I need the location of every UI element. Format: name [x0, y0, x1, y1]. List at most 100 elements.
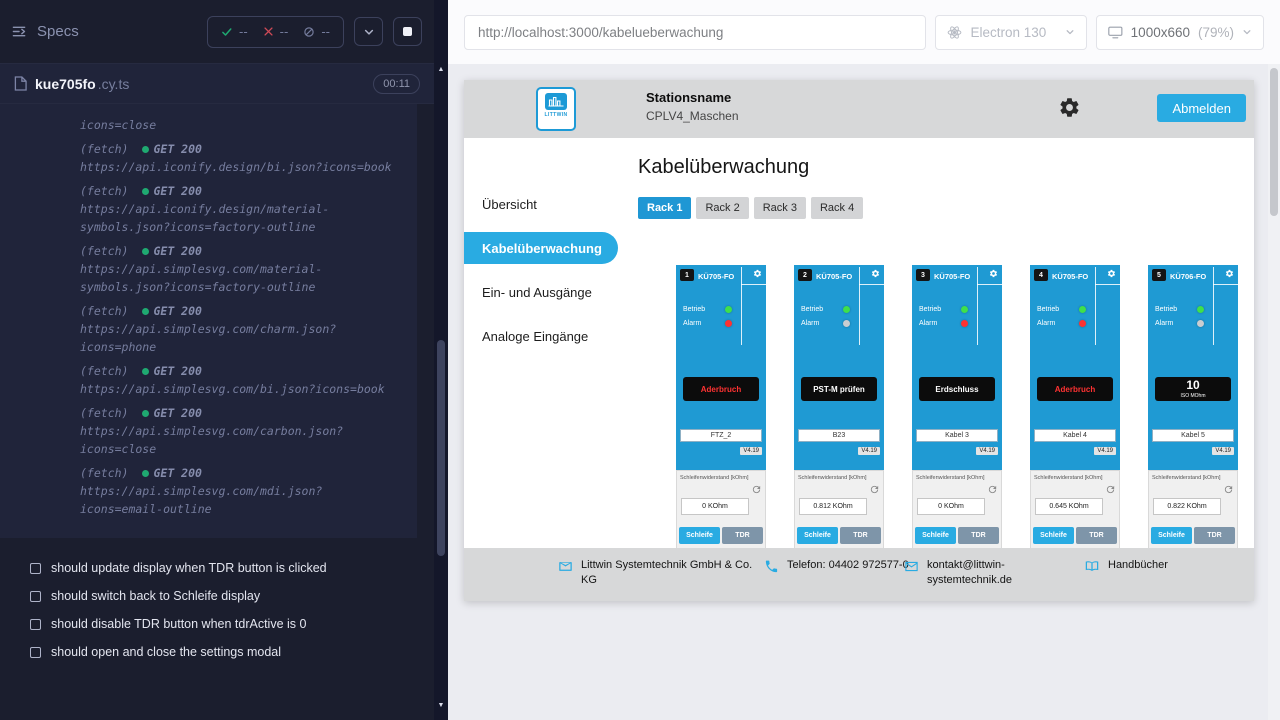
log-entry[interactable]: (fetch)GET 200https://api.simplesvg.com/… [80, 242, 403, 296]
stop-button[interactable] [393, 17, 422, 46]
log-status-text: GET 200 [153, 140, 201, 158]
status-message: PST-M prüfen [813, 385, 865, 394]
scrollbar-thumb[interactable] [1270, 68, 1278, 216]
tdr-button[interactable]: TDR [722, 527, 763, 544]
tab-rack-2[interactable]: Rack 2 [696, 197, 748, 219]
tab-rack-1[interactable]: Rack 1 [638, 197, 691, 219]
station-info: Stationsname CPLV4_Maschen [646, 90, 739, 123]
sidebar-item-kabelüberwachung[interactable]: Kabelüberwachung [464, 232, 618, 264]
card-number-badge: 1 [680, 269, 694, 281]
tdr-button[interactable]: TDR [1076, 527, 1117, 544]
page-title: Kabelüberwachung [638, 156, 809, 179]
schleife-button[interactable]: Schleife [915, 527, 956, 544]
settings-gear-icon[interactable] [1058, 96, 1081, 119]
schleife-button[interactable]: Schleife [1151, 527, 1192, 544]
cable-name-field[interactable]: FTZ_2 [680, 429, 762, 442]
cypress-header: Specs -- -- -- [0, 0, 434, 64]
log-entry[interactable]: (fetch)GET 200https://api.iconify.design… [80, 140, 403, 176]
refresh-icon[interactable] [987, 484, 998, 495]
alarm-led [1079, 320, 1086, 327]
test-item[interactable]: should open and close the settings modal [30, 638, 424, 666]
scrollbar-thumb[interactable] [437, 340, 445, 556]
spec-name[interactable]: kue705fo [35, 76, 96, 92]
footer-text: kontakt@littwin-systemtechnik.de [927, 558, 1037, 588]
viewport-selector[interactable]: 1000x660 (79%) [1096, 15, 1264, 50]
test-title: should disable TDR button when tdrActive… [51, 617, 306, 631]
log-status-text: GET 200 [153, 302, 201, 320]
measurement-value: 0 KOhm [681, 498, 749, 515]
scroll-up-icon[interactable]: ▲ [434, 66, 448, 73]
card-number-badge: 5 [1152, 269, 1166, 281]
schleife-button[interactable]: Schleife [1033, 527, 1074, 544]
card-model-label: KÜ705-FO [698, 272, 734, 281]
cypress-scrollbar[interactable]: ▲ ▼ [434, 0, 448, 720]
page-scrollbar[interactable] [1268, 64, 1280, 720]
sidebar-item-analoge-eingänge[interactable]: Analoge Eingänge [464, 320, 618, 352]
divider [859, 267, 860, 345]
scroll-down-icon[interactable]: ▼ [434, 702, 448, 709]
test-item[interactable]: should disable TDR button when tdrActive… [30, 610, 424, 638]
viewport-size: 1000x660 [1131, 25, 1190, 40]
spec-file-icon [14, 76, 27, 91]
specs-label[interactable]: Specs [37, 23, 79, 40]
footer-item-book[interactable]: Handbücher [1084, 558, 1168, 574]
device-card: 3KÜ705-FOBetriebAlarmErdschlussKabel 3V4… [912, 265, 1002, 548]
status-message: Aderbruch [1055, 385, 1095, 394]
tdr-button[interactable]: TDR [958, 527, 999, 544]
cable-name-field[interactable]: Kabel 5 [1152, 429, 1234, 442]
card-blue-section: 4KÜ705-FOBetriebAlarmAderbruchKabel 4V4.… [1030, 265, 1120, 470]
station-name: CPLV4_Maschen [646, 109, 739, 123]
log-entry[interactable]: (fetch)GET 200https://api.simplesvg.com/… [80, 464, 403, 518]
log-status-text: GET 200 [153, 404, 201, 422]
refresh-icon[interactable] [1223, 484, 1234, 495]
firmware-version: V4.19 [1094, 447, 1116, 455]
app-frame: LITTWIN Stationsname CPLV4_Maschen Abmel… [464, 80, 1254, 601]
mode-buttons: SchleifeTDR [797, 527, 881, 544]
card-settings-icon[interactable] [1107, 269, 1116, 278]
measurement-panel: Schleifenwiderstand [kOhm]0.645 KOhmSchl… [1030, 470, 1120, 548]
tab-rack-3[interactable]: Rack 3 [754, 197, 806, 219]
refresh-icon[interactable] [1105, 484, 1116, 495]
rack-tabs: Rack 1Rack 2 Rack 3Rack 4 [638, 197, 863, 219]
log-entry[interactable]: (fetch)GET 200https://api.iconify.design… [80, 182, 403, 236]
browser-selector[interactable]: Electron 130 [935, 15, 1087, 50]
cable-name-field[interactable]: Kabel 3 [916, 429, 998, 442]
card-settings-icon[interactable] [871, 269, 880, 278]
betrieb-label: Betrieb [1155, 306, 1177, 313]
footer-item-mail[interactable]: kontakt@littwin-systemtechnik.de [904, 558, 1037, 588]
url-input[interactable] [464, 15, 926, 50]
collapse-button[interactable] [354, 17, 383, 46]
test-item[interactable]: should update display when TDR button is… [30, 554, 424, 582]
card-settings-icon[interactable] [1225, 269, 1234, 278]
success-dot-icon [142, 308, 149, 315]
sidebar-item-übersicht[interactable]: Übersicht [464, 188, 618, 220]
device-card: 1KÜ705-FOBetriebAlarmAderbruchFTZ_2V4.19… [676, 265, 766, 548]
log-entry[interactable]: (fetch)GET 200https://api.simplesvg.com/… [80, 362, 403, 398]
specs-menu-icon[interactable] [12, 24, 27, 39]
cable-name-field[interactable]: B23 [798, 429, 880, 442]
test-item[interactable]: should switch back to Schleife display [30, 582, 424, 610]
log-entry[interactable]: (fetch)GET 200https://api.simplesvg.com/… [80, 302, 403, 356]
log-entry[interactable]: (fetch)GET 200https://api.simplesvg.com/… [80, 404, 403, 458]
refresh-icon[interactable] [869, 484, 880, 495]
refresh-icon[interactable] [751, 484, 762, 495]
logout-button[interactable]: Abmelden [1157, 94, 1246, 122]
schleife-button[interactable]: Schleife [679, 527, 720, 544]
card-blue-section: 2KÜ705-FOBetriebAlarmPST-M prüfenB23V4.1… [794, 265, 884, 470]
footer-item-email[interactable]: Littwin Systemtechnik GmbH & Co. KG [558, 558, 761, 588]
test-list: should update display when TDR button is… [0, 538, 434, 666]
alarm-led [1197, 320, 1204, 327]
card-settings-icon[interactable] [989, 269, 998, 278]
tab-rack-4[interactable]: Rack 4 [811, 197, 863, 219]
sidebar-item-ein-und-ausgänge[interactable]: Ein- und Ausgänge [464, 276, 618, 308]
tdr-button[interactable]: TDR [840, 527, 881, 544]
card-settings-icon[interactable] [753, 269, 762, 278]
firmware-version: V4.19 [976, 447, 998, 455]
chevron-down-icon [1242, 27, 1252, 37]
schleife-button[interactable]: Schleife [797, 527, 838, 544]
success-dot-icon [142, 368, 149, 375]
divider [1095, 284, 1120, 285]
cable-name-field[interactable]: Kabel 4 [1034, 429, 1116, 442]
footer-item-phone[interactable]: Telefon: 04402 972577-0 [764, 558, 909, 574]
tdr-button[interactable]: TDR [1194, 527, 1235, 544]
